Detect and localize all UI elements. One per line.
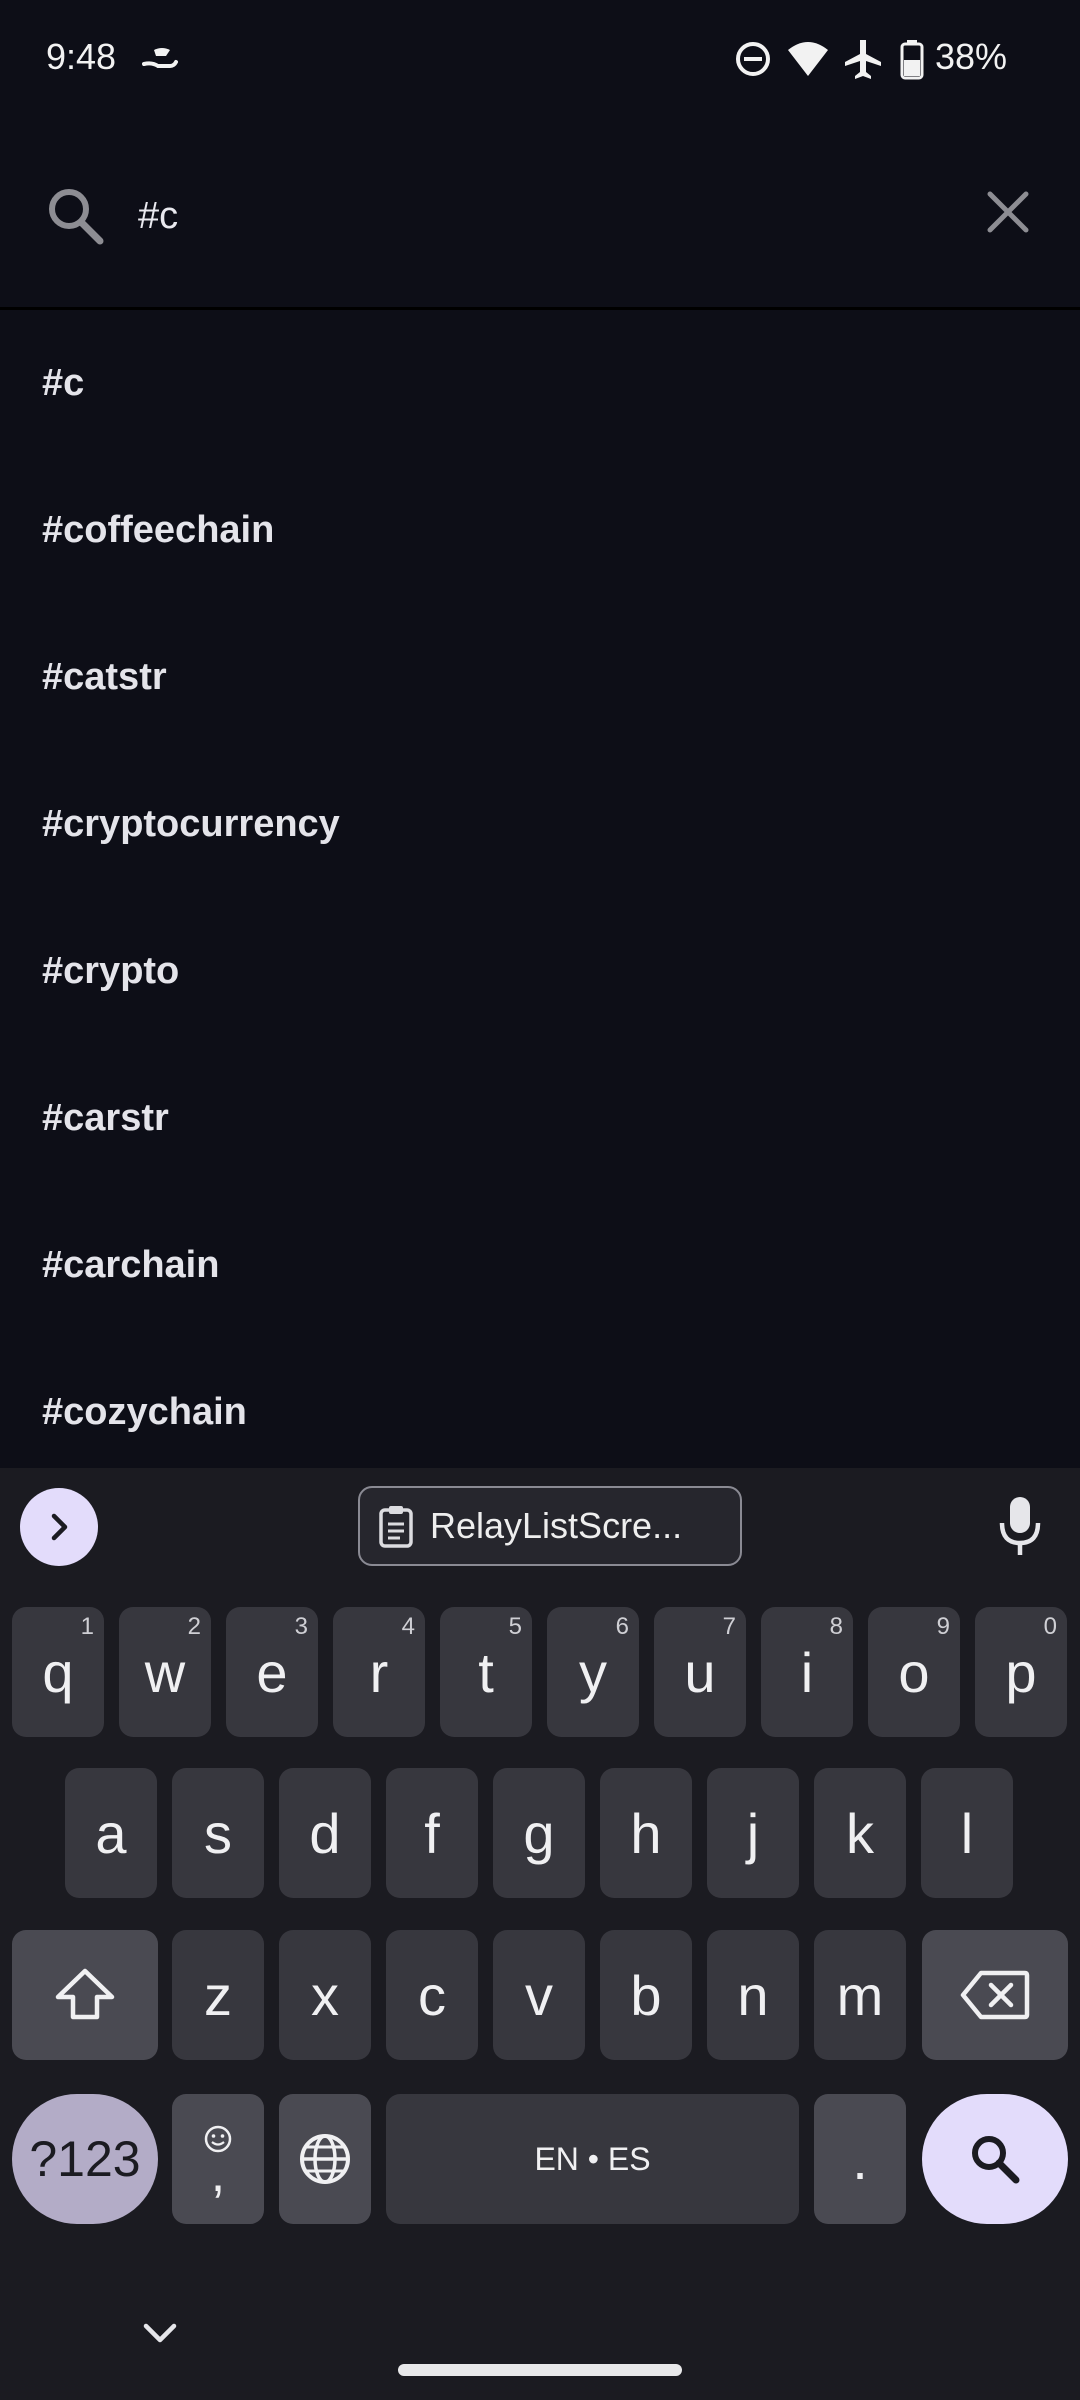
clipboard-icon	[379, 1506, 413, 1548]
key-s[interactable]: s	[172, 1768, 264, 1898]
key-d[interactable]: d	[279, 1768, 371, 1898]
comma-emoji-key[interactable]: ,	[172, 2094, 264, 2224]
period-key[interactable]: .	[814, 2094, 906, 2224]
suggestion-item[interactable]: #crypto	[0, 898, 1080, 1045]
battery-percentage: 38%	[935, 36, 1008, 77]
key-p[interactable]: p0	[975, 1607, 1067, 1737]
key-hint: 3	[294, 1613, 308, 1640]
key-e[interactable]: e3	[226, 1607, 318, 1737]
search-icon	[972, 2136, 1020, 2184]
key-label: u	[684, 1640, 716, 1704]
key-label: o	[898, 1640, 930, 1704]
key-t[interactable]: t5	[440, 1607, 532, 1737]
microphone-icon[interactable]	[996, 1495, 1044, 1557]
status-time: 9:48	[46, 36, 117, 77]
suggestion-item[interactable]: #cryptocurrency	[0, 751, 1080, 898]
key-f[interactable]: f	[386, 1768, 478, 1898]
backspace-key[interactable]	[922, 1930, 1068, 2060]
key-label: w	[144, 1640, 186, 1704]
key-hint: 9	[936, 1613, 950, 1640]
key-o[interactable]: o9	[868, 1607, 960, 1737]
globe-icon	[300, 2134, 350, 2184]
space-key[interactable]: EN • ES	[386, 2094, 799, 2224]
shift-key[interactable]	[12, 1930, 158, 2060]
key-j[interactable]: j	[707, 1768, 799, 1898]
suggestion-item[interactable]: #coffeechain	[0, 457, 1080, 604]
chevron-right-icon	[51, 1513, 68, 1541]
key-hint: 7	[722, 1613, 736, 1640]
suggestion-item[interactable]: #catstr	[0, 604, 1080, 751]
key-hint: 6	[615, 1613, 629, 1640]
key-w[interactable]: w2	[119, 1607, 211, 1737]
key-m[interactable]: m	[814, 1930, 906, 2060]
airplane-mode-icon	[845, 40, 881, 79]
key-label: q	[42, 1640, 74, 1704]
do-not-disturb-icon	[736, 42, 770, 76]
key-label: r	[369, 1640, 389, 1704]
suggestion-item[interactable]: #carchain	[0, 1192, 1080, 1339]
symbols-key[interactable]: ?123	[12, 2094, 158, 2224]
key-label: t	[478, 1640, 494, 1704]
language-switch-key[interactable]	[279, 2094, 371, 2224]
key-x[interactable]: x	[279, 1930, 371, 2060]
key-a[interactable]: a	[65, 1768, 157, 1898]
key-hint: 0	[1043, 1613, 1057, 1640]
wifi-icon	[788, 42, 828, 76]
key-hint: 4	[401, 1613, 415, 1640]
suggestion-item[interactable]: #cozychain	[0, 1339, 1080, 1468]
key-y[interactable]: y6	[547, 1607, 639, 1737]
key-l[interactable]: l	[921, 1768, 1013, 1898]
key-hint: 8	[829, 1613, 843, 1640]
close-icon[interactable]	[978, 182, 1038, 242]
key-c[interactable]: c	[386, 1930, 478, 2060]
key-q[interactable]: q1	[12, 1607, 104, 1737]
key-h[interactable]: h	[600, 1768, 692, 1898]
suggestion-item[interactable]: #c	[0, 310, 1080, 457]
key-label: y	[579, 1640, 607, 1704]
clipboard-suggestion-chip[interactable]: RelayListScre...	[358, 1486, 742, 1566]
key-g[interactable]: g	[493, 1768, 585, 1898]
search-icon	[49, 189, 104, 245]
hashtag-suggestion-list: #c #coffeechain #catstr #cryptocurrency …	[0, 310, 1080, 1468]
key-k[interactable]: k	[814, 1768, 906, 1898]
home-indicator[interactable]	[398, 2364, 682, 2376]
key-v[interactable]: v	[493, 1930, 585, 2060]
key-u[interactable]: u7	[654, 1607, 746, 1737]
key-b[interactable]: b	[600, 1930, 692, 2060]
keyboard-toolbar-expand-button[interactable]	[20, 1488, 98, 1566]
notification-hand-icon	[142, 48, 178, 68]
comma-label: ,	[210, 2145, 226, 2203]
suggestion-item[interactable]: #carstr	[0, 1045, 1080, 1192]
key-hint: 2	[187, 1613, 201, 1640]
key-label: e	[256, 1640, 288, 1704]
key-z[interactable]: z	[172, 1930, 264, 2060]
key-label: i	[800, 1640, 814, 1704]
clipboard-chip-label: RelayListScre...	[430, 1505, 683, 1546]
key-n[interactable]: n	[707, 1930, 799, 2060]
key-i[interactable]: i8	[761, 1607, 853, 1737]
search-action-key[interactable]	[922, 2094, 1068, 2224]
battery-icon	[900, 40, 924, 80]
key-hint: 1	[80, 1613, 94, 1640]
key-label: p	[1005, 1640, 1037, 1704]
search-input[interactable]	[138, 188, 938, 244]
backspace-icon	[960, 1970, 1030, 2020]
key-r[interactable]: r4	[333, 1607, 425, 1737]
key-hint: 5	[508, 1613, 522, 1640]
shift-arrow-icon	[55, 1968, 115, 2020]
chevron-down-icon[interactable]	[138, 2318, 182, 2348]
